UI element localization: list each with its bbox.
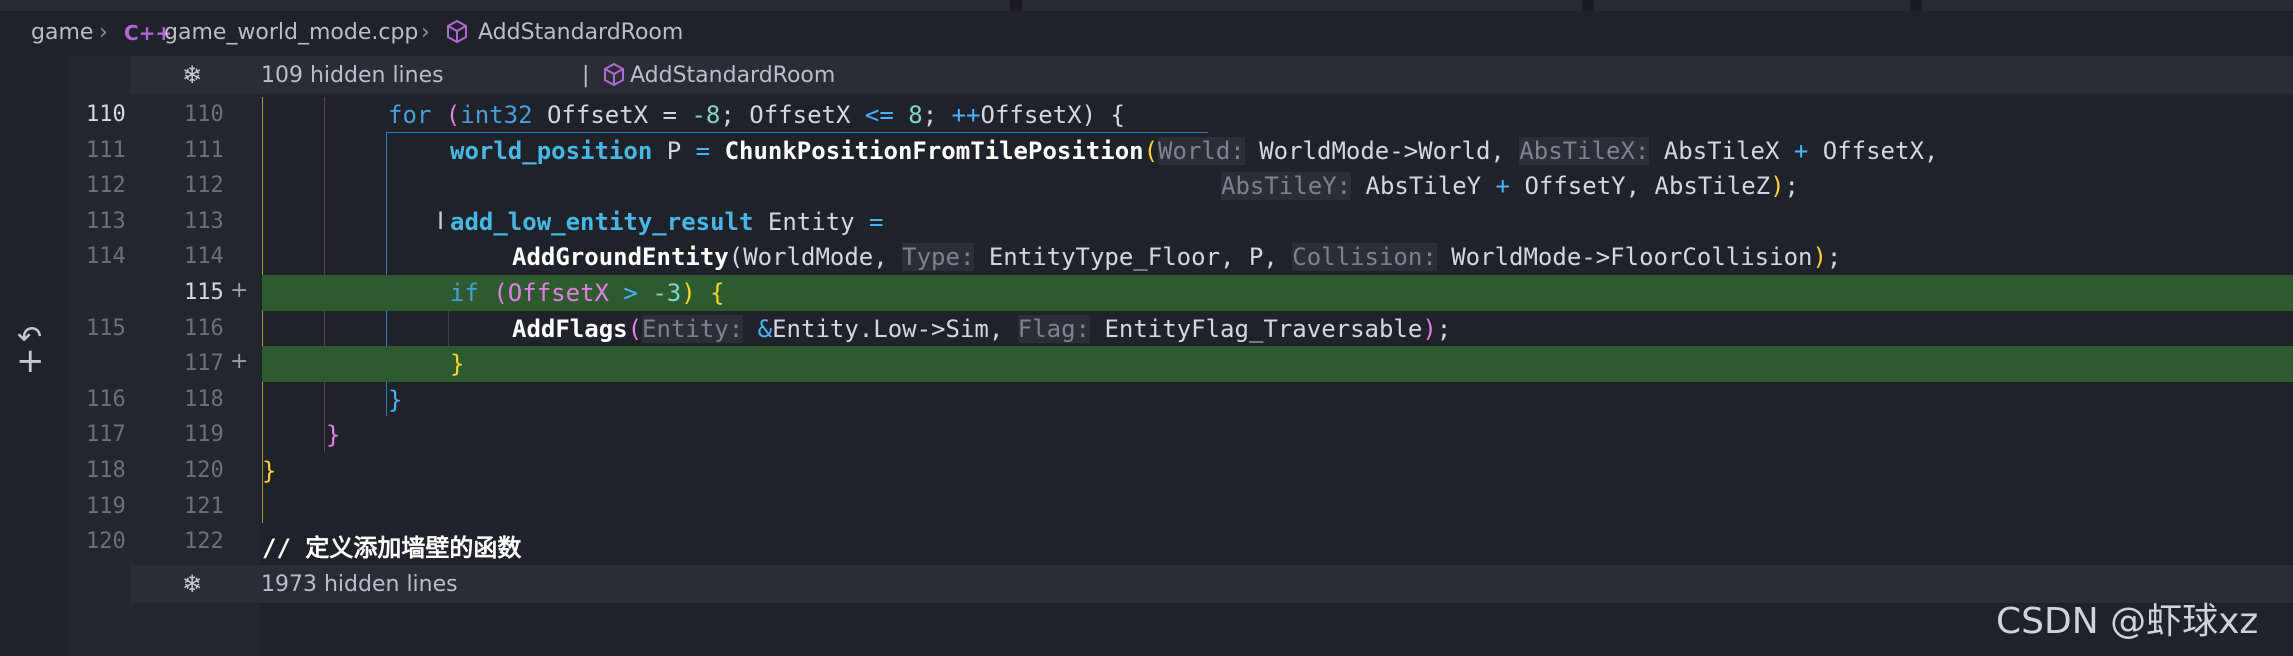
tab-strip-segment [0,0,1010,11]
text-cursor-icon: I [437,207,445,235]
symbol-method-icon [604,62,624,87]
added-line-highlight [262,346,2293,382]
added-marker: + [230,349,249,375]
chevron-right-icon: › [99,20,108,45]
line-number-old: 111 [86,137,126,163]
tab-strip-segment [1022,0,1582,11]
fold-symbol-label: AddStandardRoom [630,63,836,88]
line-number-old: 120 [86,529,126,555]
line-number-new: 110 [184,102,224,127]
unfold-icon[interactable]: ❄ [182,570,202,598]
code-line-added[interactable]: 117 + } [0,346,2293,382]
code-text: if (OffsetX > -3) { [450,279,725,307]
fold-separator: | [582,63,590,88]
code-comment: // 定义添加墙壁的函数 [262,534,522,563]
code-text: AddFlags(Entity: &Entity.Low->Sim, Flag:… [512,314,1452,343]
breadcrumb-root[interactable]: game [31,20,93,45]
code-line[interactable]: 112 112 AbsTileY: AbsTileY + OffsetY, Ab… [0,168,2293,204]
line-number-new: 117 [184,351,224,377]
code-text: for (int32 OffsetX = -8; OffsetX <= 8; +… [388,101,1125,129]
breadcrumb: game › C++ game_world_mode.cpp › AddStan… [0,11,2293,55]
line-number-old: 119 [86,493,126,519]
code-text: AddGroundEntity(WorldMode, Type: EntityT… [512,243,1842,272]
line-number-old: 114 [86,244,126,270]
line-number-old: 112 [86,173,126,199]
line-number-old: 115 [86,315,126,341]
line-number-new: 119 [184,422,224,448]
folded-region-bottom[interactable]: ❄ 1973 hidden lines [130,565,2293,603]
chevron-right-icon: › [421,20,430,45]
line-number-new: 116 [184,315,224,341]
line-number-old: 118 [86,458,126,483]
unfold-icon[interactable]: ❄ [182,61,202,89]
folded-region-top[interactable]: ❄ 109 hidden lines | AddStandardRoom [130,56,2293,94]
line-number-new: 122 [184,529,224,555]
line-number-old: 110 [86,102,126,127]
code-text: } [388,385,403,414]
line-number-new: 118 [184,386,224,412]
line-number-old: 113 [86,208,126,234]
code-text: AbsTileY: AbsTileY + OffsetY, AbsTileZ); [1221,172,1799,201]
line-number-old: 117 [86,422,126,448]
code-text: } [326,421,341,450]
code-text: add_low_entity_result Entity = [450,207,884,236]
editor-window: game › C++ game_world_mode.cpp › AddStan… [0,0,2293,656]
line-number-old: 116 [86,386,126,412]
code-line[interactable]: 120 122 // 定义添加墙壁的函数 [0,524,2293,563]
code-line[interactable]: 119 121 [0,489,2293,525]
code-line[interactable]: 111 111 world_position P = ChunkPosition… [0,133,2293,169]
watermark: CSDN @虾球xz [1996,601,2259,642]
code-line[interactable]: 118 120 } [0,453,2293,489]
added-marker: + [230,278,249,303]
code-line[interactable]: 110 110 for (int32 OffsetX = -8; OffsetX… [0,97,2293,133]
code-line[interactable]: 113 113 add_low_entity_result Entity = [0,204,2293,240]
tab-strip [0,0,2293,11]
tab-strip-segment [1594,0,1910,11]
code-text: } [262,457,277,485]
code-line[interactable]: 116 118 } [0,382,2293,418]
code-line[interactable]: 117 119 } [0,417,2293,453]
symbol-method-icon [447,19,467,44]
line-number-new: 114 [184,244,224,270]
code-text: world_position P = ChunkPositionFromTile… [450,136,1939,165]
breadcrumb-file[interactable]: game_world_mode.cpp [164,20,418,45]
hidden-lines-label: 109 hidden lines [261,63,444,88]
line-number-new: 115 [184,280,224,305]
code-line-added[interactable]: 115 + if (OffsetX > -3) { [0,275,2293,311]
line-number-new: 121 [184,493,224,519]
code-text: } [450,350,465,379]
tab-strip-segment [1922,0,2293,11]
code-line[interactable]: 115 116 AddFlags(Entity: &Entity.Low->Si… [0,311,2293,347]
line-number-new: 112 [184,173,224,199]
hidden-lines-label: 1973 hidden lines [261,572,458,597]
line-number-new: 113 [184,208,224,234]
line-number-new: 111 [184,137,224,163]
code-line[interactable]: 114 114 AddGroundEntity(WorldMode, Type:… [0,239,2293,275]
line-number-new: 120 [184,458,224,483]
breadcrumb-symbol[interactable]: AddStandardRoom [478,20,683,45]
